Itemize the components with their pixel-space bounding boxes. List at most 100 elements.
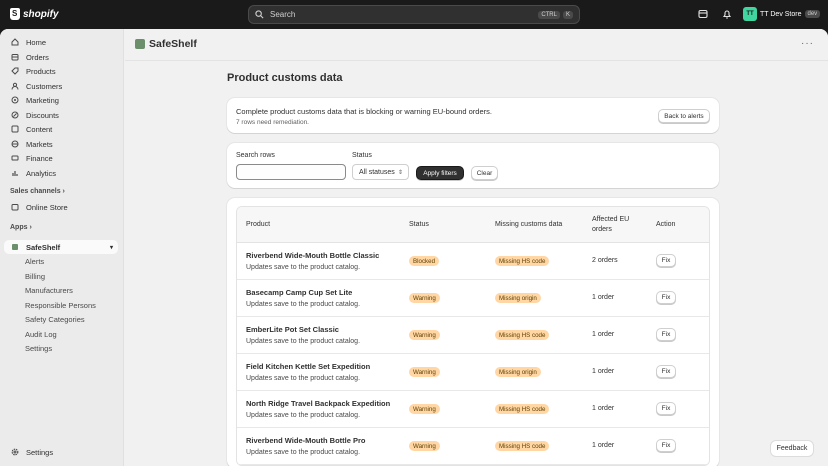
sidebar-item-label: Markets <box>26 139 53 149</box>
intro-card: Complete product customs data that is bl… <box>227 98 719 133</box>
fix-button[interactable]: Fix <box>656 402 676 415</box>
apply-filters-button[interactable]: Apply filters <box>416 166 464 180</box>
sidebar-subitem-responsible-persons[interactable]: Responsible Persons <box>4 298 118 312</box>
clear-button[interactable]: Clear <box>471 166 498 180</box>
chevron-right-icon: › <box>29 224 32 231</box>
missing-data-badge: Missing HS code <box>495 441 550 451</box>
affected-orders: 1 order <box>592 368 615 375</box>
product-name: Field Kitchen Kettle Set Expedition <box>246 362 371 371</box>
product-subtext: Updates save to the product catalog. <box>246 449 361 456</box>
search-bar[interactable]: Search CTRL K <box>248 5 580 24</box>
fix-button[interactable]: Fix <box>656 365 676 378</box>
table-row: Riverbend Wide-Mouth Bottle Classic Upda… <box>237 243 709 280</box>
product-name: Basecamp Camp Cup Set Lite <box>246 288 353 297</box>
sales-channels-label: Sales channels <box>10 188 61 195</box>
status-select-value: All statuses <box>359 168 395 176</box>
brand-name: shopify <box>23 8 59 20</box>
discounts-icon <box>11 111 19 119</box>
back-to-alerts-button[interactable]: Back to alerts <box>658 109 710 123</box>
home-icon <box>11 38 19 46</box>
fix-button[interactable]: Fix <box>656 328 676 341</box>
sidebar-item-online-store[interactable]: Online Store <box>4 200 118 214</box>
sidebar-subitem-label: Responsible Persons <box>25 300 96 310</box>
store-menu[interactable]: TT TT Dev Store dev <box>743 7 821 21</box>
sidebar-item-safeshelf[interactable]: SafeShelf ▾ <box>4 240 118 254</box>
status-badge: Warning <box>409 330 440 340</box>
sidebar-item-finance[interactable]: Finance <box>4 151 118 165</box>
gear-icon <box>11 448 19 456</box>
sidebar-item-label: Online Store <box>26 202 68 212</box>
sidebar-item-settings[interactable]: Settings <box>4 445 118 459</box>
sidebar-item-customers[interactable]: Customers <box>4 79 118 93</box>
status-label: Status <box>352 152 372 159</box>
sidebar-item-label: Customers <box>26 81 63 91</box>
sidebar-item-products[interactable]: Products <box>4 64 118 78</box>
table-row: Field Kitchen Kettle Set Expedition Upda… <box>237 354 709 391</box>
pin-icon[interactable]: ▾ <box>110 244 113 251</box>
online-store-icon <box>11 204 19 211</box>
status-badge: Warning <box>409 367 440 377</box>
status-badge: Warning <box>409 404 440 414</box>
main-content: Product customs data Complete product cu… <box>125 61 828 466</box>
search-rows-input[interactable] <box>236 164 346 180</box>
sidebar-item-content[interactable]: Content <box>4 122 118 136</box>
sidebar-item-label: Marketing <box>26 95 59 105</box>
table-header: Product Status Missing customs data Affe… <box>237 207 709 243</box>
sidebar-subitem-manufacturers[interactable]: Manufacturers <box>4 283 118 297</box>
store-icon[interactable] <box>698 9 708 19</box>
missing-data-badge: Missing HS code <box>495 404 550 414</box>
search-rows-label: Search rows <box>236 152 275 159</box>
top-bar: shopify Search CTRL K TT TT Dev Store de… <box>0 0 828 29</box>
select-arrows-icon: ⇕ <box>397 169 403 176</box>
sidebar-subitem-audit-log[interactable]: Audit Log <box>4 327 118 341</box>
sidebar-item-label: Products <box>26 66 56 76</box>
sidebar-subitem-settings[interactable]: Settings <box>4 341 118 355</box>
sidebar-item-orders[interactable]: Orders <box>4 50 118 64</box>
sidebar-item-label: Discounts <box>26 110 59 120</box>
missing-data-badge: Missing origin <box>495 367 541 377</box>
table-row: Riverbend Wide-Mouth Bottle Pro Updates … <box>237 428 709 465</box>
product-subtext: Updates save to the product catalog. <box>246 375 361 382</box>
sidebar-item-label: Content <box>26 124 53 134</box>
sidebar-item-markets[interactable]: Markets <box>4 137 118 151</box>
status-select[interactable]: All statuses ⇕ <box>352 164 409 180</box>
intro-subtext: 7 rows need remediation. <box>236 119 309 126</box>
table-row: Basecamp Camp Cup Set Lite Updates save … <box>237 280 709 317</box>
affected-orders: 2 orders <box>592 257 618 264</box>
sidebar-item-marketing[interactable]: Marketing <box>4 93 118 107</box>
column-header-action: Action <box>656 221 676 228</box>
globe-icon <box>11 140 19 148</box>
product-name: Riverbend Wide-Mouth Bottle Classic <box>246 251 380 260</box>
column-header-orders: Affected EU orders <box>592 216 630 233</box>
marketing-icon <box>11 96 19 104</box>
feedback-button[interactable]: Feedback <box>771 441 813 456</box>
sidebar-item-home[interactable]: Home <box>4 35 118 49</box>
filters-card: Search rows Status All statuses ⇕ Apply … <box>227 143 719 188</box>
finance-icon <box>11 155 19 161</box>
column-header-product: Product <box>246 221 271 228</box>
fix-button[interactable]: Fix <box>656 439 676 452</box>
product-subtext: Updates save to the product catalog. <box>246 264 361 271</box>
sidebar-subitem-billing[interactable]: Billing <box>4 269 118 283</box>
apps-header[interactable]: Apps › <box>10 224 32 231</box>
store-avatar: TT <box>743 7 757 21</box>
products-icon <box>11 67 19 75</box>
intro-text: Complete product customs data that is bl… <box>236 107 492 116</box>
more-actions-icon[interactable]: ··· <box>801 38 814 49</box>
shopify-logo[interactable]: shopify <box>10 8 59 20</box>
sidebar-subitem-safety-categories[interactable]: Safety Categories <box>4 312 118 326</box>
sales-channels-header[interactable]: Sales channels › <box>10 188 65 195</box>
app-title-text: SafeShelf <box>149 38 197 50</box>
customers-icon <box>11 82 19 90</box>
fix-button[interactable]: Fix <box>656 254 676 267</box>
app-icon <box>135 39 145 49</box>
sidebar-item-discounts[interactable]: Discounts <box>4 108 118 122</box>
product-subtext: Updates save to the product catalog. <box>246 412 361 419</box>
app-title: SafeShelf <box>135 38 197 50</box>
sidebar-subitem-alerts[interactable]: Alerts <box>4 254 118 268</box>
sidebar-item-analytics[interactable]: Analytics <box>4 166 118 180</box>
admin-frame: Home Orders Products Customers Marketing… <box>0 29 828 466</box>
sidebar-item-label: Analytics <box>26 168 57 178</box>
bell-icon[interactable] <box>722 9 732 19</box>
fix-button[interactable]: Fix <box>656 291 676 304</box>
